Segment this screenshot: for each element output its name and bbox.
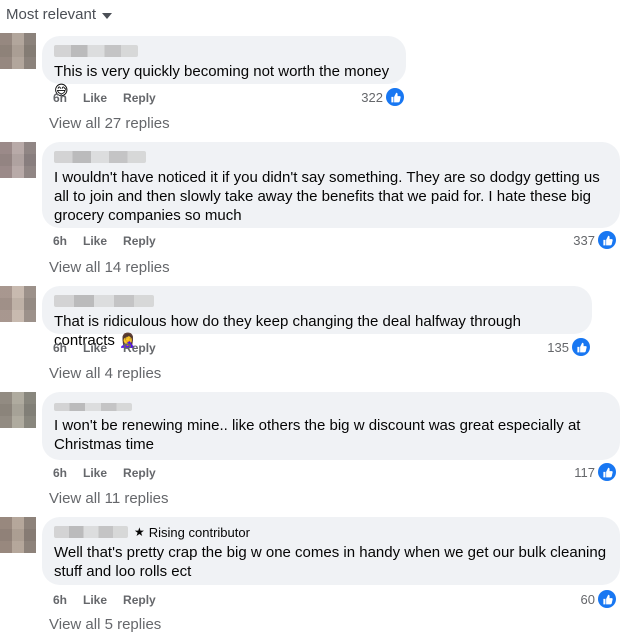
reaction-count[interactable]: 322 [361,88,404,106]
comment-text: I won't be renewing mine.. like others t… [54,417,581,453]
reaction-count[interactable]: 117 [574,463,616,481]
like-count: 117 [574,464,595,480]
timestamp[interactable]: 6h [53,593,67,607]
reaction-count[interactable]: 337 [573,231,616,249]
thumbs-up-icon [598,590,616,608]
view-replies-link[interactable]: View all 4 replies [49,365,161,382]
comment-bubble: This is very quickly becoming not worth … [42,36,406,98]
sort-dropdown[interactable]: Most relevant [6,6,113,23]
like-button[interactable]: Like [83,341,107,355]
author-name[interactable] [54,526,128,538]
reply-button[interactable]: Reply [123,466,156,480]
like-count: 60 [580,591,595,607]
comment-bubble: I wouldn't have noticed it if you didn't… [42,142,620,228]
timestamp[interactable]: 6h [53,341,67,355]
badge-label: Rising contributor [148,524,250,540]
author-name[interactable] [54,403,132,411]
avatar[interactable] [0,286,36,322]
like-button[interactable]: Like [83,466,107,480]
view-replies-link[interactable]: View all 27 replies [49,115,170,132]
rising-contributor-badge: ★ Rising contributor [134,525,250,540]
comment-actions: 6h Like Reply [53,341,156,355]
comment-text: Well that's pretty crap the big w one co… [54,544,607,580]
like-button[interactable]: Like [83,593,107,607]
avatar[interactable] [0,392,36,428]
comment-actions: 6h Like Reply [53,234,156,248]
thumbs-up-icon [572,338,590,356]
comment-actions: 6h Like Reply [53,593,156,607]
reaction-count[interactable]: 60 [581,590,616,608]
star-icon: ★ [134,525,145,539]
like-count: 322 [361,89,383,105]
view-replies-link[interactable]: View all 14 replies [49,259,170,276]
comment-bubble: That is ridiculous how do they keep chan… [42,286,592,349]
avatar[interactable] [0,142,36,178]
timestamp[interactable]: 6h [53,91,67,105]
comment-actions: 6h Like Reply [53,91,156,105]
timestamp[interactable]: 6h [53,466,67,480]
avatar[interactable] [0,33,36,69]
comment-bubble: ★ Rising contributor Well that's pretty … [42,517,620,585]
view-replies-link[interactable]: View all 11 replies [49,490,169,507]
reply-button[interactable]: Reply [123,91,156,105]
timestamp[interactable]: 6h [53,234,67,248]
comment-actions: 6h Like Reply [53,466,156,480]
like-count: 135 [547,339,569,355]
thumbs-up-icon [386,88,404,106]
sort-label: Most relevant [6,6,97,23]
thumbs-up-icon [598,463,616,481]
author-name[interactable] [54,151,146,163]
view-replies-link[interactable]: View all 5 replies [49,616,161,633]
reaction-count[interactable]: 135 [547,338,590,356]
comment-text: I wouldn't have noticed it if you didn't… [54,169,600,224]
like-button[interactable]: Like [83,234,107,248]
caret-down-icon [102,13,113,19]
reply-button[interactable]: Reply [123,593,156,607]
reply-button[interactable]: Reply [123,341,156,355]
author-name[interactable] [54,295,154,307]
thumbs-up-icon [598,231,616,249]
reply-button[interactable]: Reply [123,234,156,248]
like-button[interactable]: Like [83,91,107,105]
comment-text: This is very quickly becoming not worth … [54,63,390,80]
like-count: 337 [573,232,595,248]
author-name[interactable] [54,45,138,57]
comment-bubble: I won't be renewing mine.. like others t… [42,392,620,460]
avatar[interactable] [0,517,36,553]
